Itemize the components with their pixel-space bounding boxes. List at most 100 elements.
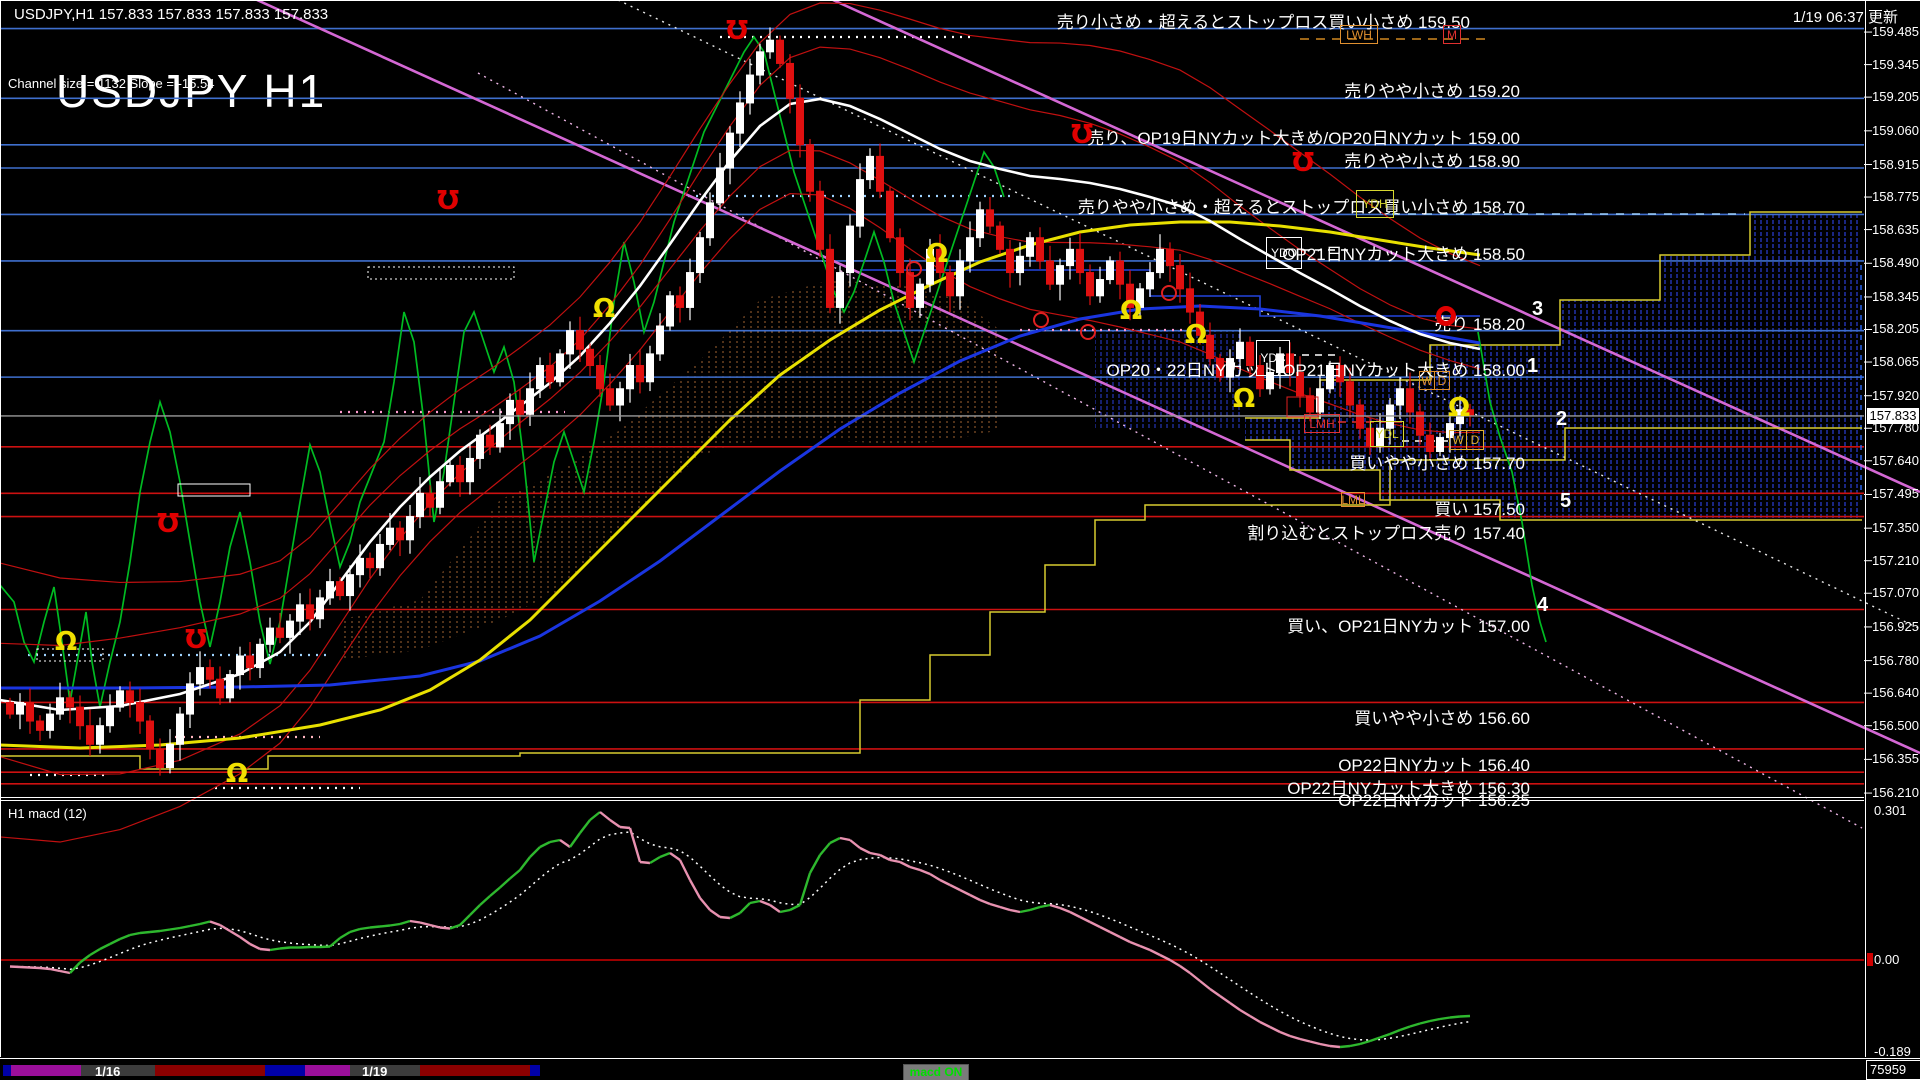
candle-body	[547, 366, 554, 382]
candle-body	[37, 721, 44, 730]
macd-line	[210, 922, 220, 926]
candle-body	[137, 702, 144, 721]
macd-line	[790, 905, 800, 910]
macd-line	[680, 860, 690, 880]
macd-line	[40, 968, 50, 969]
macd-line	[1040, 905, 1050, 907]
macd-line	[660, 853, 670, 857]
macd-line	[1180, 966, 1190, 973]
macd-line	[930, 874, 940, 880]
candle-body	[647, 354, 654, 382]
macd-line	[300, 947, 310, 948]
macd-line	[70, 963, 80, 974]
candle-body	[1047, 261, 1054, 284]
macd-line	[320, 947, 330, 948]
candle-body	[1307, 396, 1314, 412]
candle-body	[1427, 435, 1434, 451]
macd-line	[1210, 989, 1220, 996]
candle-body	[377, 544, 384, 567]
candle-body	[257, 644, 264, 667]
candle-body	[1237, 342, 1244, 358]
macd-line	[1030, 907, 1040, 910]
macd-line	[670, 853, 680, 860]
macd-line	[1170, 960, 1180, 966]
macd-line	[640, 862, 650, 863]
macd-line	[250, 944, 260, 949]
macd-line	[1130, 942, 1140, 946]
macd-line	[1150, 950, 1160, 955]
macd-line	[1000, 907, 1010, 910]
macd-line	[1380, 1034, 1390, 1038]
candle-body	[1337, 366, 1344, 382]
macd-line	[390, 924, 400, 926]
macd-line	[1430, 1019, 1440, 1021]
macd-line	[1250, 1016, 1260, 1022]
macd-line	[1340, 1046, 1350, 1047]
macd-line	[410, 921, 420, 923]
candle-body	[127, 691, 134, 703]
chart-canvas[interactable]	[0, 0, 1920, 1080]
candle-body	[1367, 428, 1374, 447]
macd-line	[10, 967, 20, 968]
candle-body	[1227, 359, 1234, 378]
candle-body	[327, 582, 334, 598]
macd-signal-line	[10, 832, 1470, 1040]
macd-line	[400, 921, 410, 924]
candle-body	[57, 698, 64, 714]
candle-body	[457, 465, 464, 481]
macd-line	[1140, 946, 1150, 950]
macd-line	[1230, 1003, 1240, 1010]
macd-line	[430, 925, 440, 928]
candle-body	[117, 691, 124, 707]
candle-body	[787, 63, 794, 98]
candle-body	[1397, 389, 1404, 405]
candle-body	[957, 261, 964, 296]
candle-body	[1107, 261, 1114, 280]
candle-body	[1247, 342, 1254, 365]
macd-line	[540, 842, 550, 847]
macd-line	[780, 910, 790, 912]
macd-line	[590, 812, 600, 820]
candle-body	[877, 156, 884, 191]
macd-toggle-button[interactable]: macd ON	[903, 1064, 969, 1080]
candle-body	[887, 191, 894, 237]
candle-body	[507, 400, 514, 423]
macd-line	[1420, 1021, 1430, 1024]
candle-body	[1267, 372, 1274, 388]
candle-body	[417, 493, 424, 516]
macd-line	[710, 910, 720, 917]
macd-line	[190, 924, 200, 926]
candle-body	[217, 679, 224, 698]
candle-body	[67, 698, 74, 707]
macd-line	[980, 900, 990, 904]
macd-line	[1310, 1042, 1320, 1045]
macd-line	[1360, 1041, 1370, 1044]
macd-line	[420, 923, 430, 926]
candle-body	[517, 400, 524, 414]
candle-body	[967, 238, 974, 261]
candle-body	[297, 605, 304, 621]
macd-line	[440, 928, 450, 929]
candle-body	[467, 458, 474, 481]
macd-line	[350, 929, 360, 932]
candle-body	[687, 273, 694, 308]
candle-body	[1347, 382, 1354, 405]
macd-line	[1220, 996, 1230, 1003]
candle-body	[607, 389, 614, 405]
macd-line	[30, 968, 40, 969]
candle-body	[737, 103, 744, 133]
macd-line	[1370, 1038, 1380, 1042]
macd-line	[1400, 1027, 1410, 1031]
macd-line	[960, 890, 970, 895]
candle-body	[897, 238, 904, 273]
macd-line	[100, 944, 110, 949]
candle-body	[147, 721, 154, 749]
macd-line	[800, 873, 810, 905]
candle-body	[1407, 389, 1414, 412]
macd-line	[940, 880, 950, 885]
candle-body	[397, 528, 404, 540]
macd-line	[130, 933, 140, 935]
macd-line	[620, 827, 630, 828]
candle-body	[997, 226, 1004, 249]
candle-body	[1117, 261, 1124, 284]
